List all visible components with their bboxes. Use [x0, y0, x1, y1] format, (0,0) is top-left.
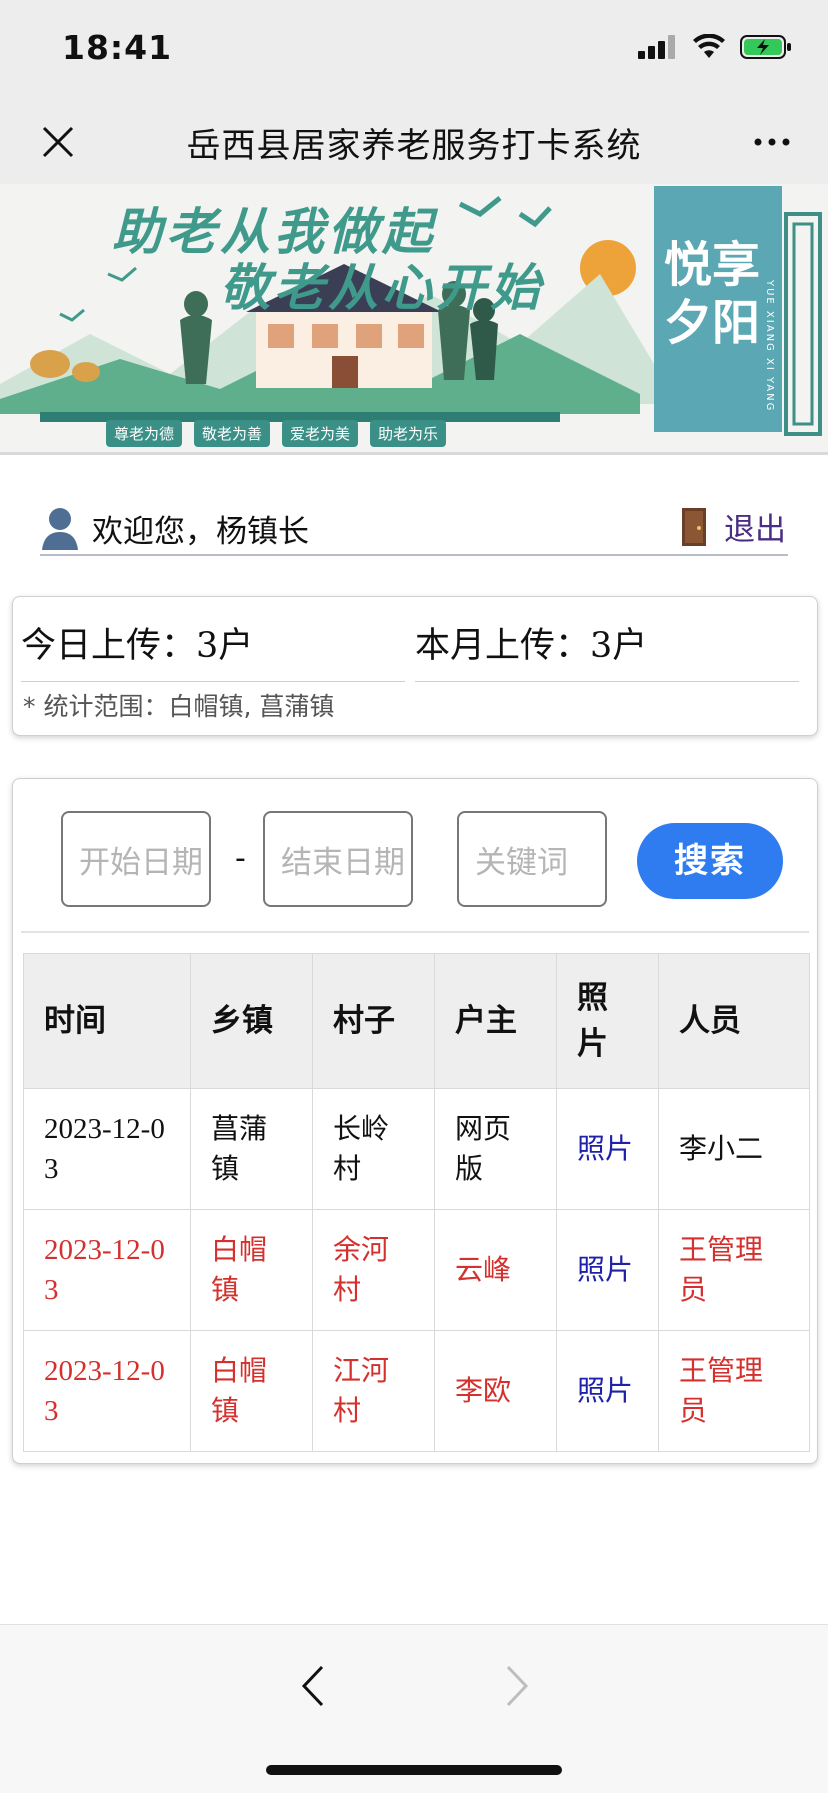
cell-staff: 李小二: [658, 1088, 810, 1210]
battery-charging-icon: [740, 35, 791, 59]
door-icon[interactable]: [680, 506, 708, 548]
cell-village: 长岭村: [312, 1088, 435, 1210]
stats-card: 今日上传：3户 本月上传：3户 * 统计范围：白帽镇, 菖蒲镇: [12, 596, 818, 736]
user-icon: [42, 508, 78, 550]
cell-town: 菖蒲镇: [190, 1088, 313, 1210]
cell-time: 2023-12-03: [23, 1209, 191, 1331]
page-title: 岳西县居家养老服务打卡系统: [186, 126, 642, 166]
column-header-village[interactable]: 村子: [312, 953, 435, 1089]
status-bar: 18:41: [0, 0, 828, 100]
records-table: 时间 乡镇 村子 户主 照片 人员 2023-12-03 菖蒲镇 长岭村 网页版…: [23, 953, 810, 1452]
wifi-icon: [693, 34, 725, 58]
banner-divider: [0, 452, 828, 455]
banner-tags: 尊老为德 敬老为善 爱老为美 助老为乐: [106, 420, 447, 447]
today-upload-value: 3户: [196, 626, 254, 666]
column-header-town[interactable]: 乡镇: [190, 953, 313, 1089]
status-time: 18:41: [62, 28, 173, 67]
banner-tag: 爱老为美: [282, 420, 359, 447]
welcome-greeting: 欢迎您，杨镇长: [92, 514, 309, 550]
end-date-input[interactable]: 结束日期: [263, 811, 413, 907]
search-divider: [21, 931, 809, 933]
status-icons: [638, 34, 792, 60]
keyword-input[interactable]: 关键词: [457, 811, 607, 907]
back-arrow-icon[interactable]: [298, 1661, 328, 1711]
cell-village: 余河村: [312, 1209, 435, 1331]
column-header-owner[interactable]: 户主: [434, 953, 557, 1089]
cellular-signal-icon: [638, 35, 675, 59]
cell-village: 江河村: [312, 1330, 435, 1452]
forward-arrow-icon[interactable]: [502, 1661, 532, 1711]
banner-panel-text: 悦享夕阳: [664, 237, 761, 351]
cell-town: 白帽镇: [190, 1209, 313, 1331]
banner-tag: 助老为乐: [370, 420, 447, 447]
start-date-input[interactable]: 开始日期: [61, 811, 211, 907]
today-upload-label: 今日上传：: [21, 626, 197, 666]
table-row[interactable]: 2023-12-03 白帽镇 余河村 云峰 照片 王管理员: [23, 1209, 810, 1331]
nav-bar: 岳西县居家养老服务打卡系统: [0, 100, 828, 184]
month-upload-stat: 本月上传：3户: [415, 617, 647, 668]
home-indicator[interactable]: [266, 1765, 562, 1775]
banner-side-panel: 悦享夕阳: [654, 186, 782, 432]
today-upload-stat: 今日上传：3户: [21, 617, 253, 668]
column-header-staff[interactable]: 人员: [658, 953, 810, 1089]
bottom-toolbar: [0, 1624, 828, 1793]
cell-owner: 网页版: [434, 1088, 557, 1210]
more-icon[interactable]: [750, 120, 794, 164]
logout-link[interactable]: 退出: [724, 504, 786, 549]
table-header-row: 时间 乡镇 村子 户主 照片 人员: [23, 953, 810, 1089]
cell-staff: 王管理员: [658, 1330, 810, 1452]
banner-tag: 敬老为善: [194, 420, 271, 447]
cell-town: 白帽镇: [190, 1330, 313, 1452]
cell-owner: 云峰: [434, 1209, 557, 1331]
column-header-time[interactable]: 时间: [23, 953, 191, 1089]
month-upload-label: 本月上传：: [415, 626, 591, 666]
photo-link[interactable]: 照片: [556, 1088, 659, 1210]
month-upload-value: 3户: [590, 626, 648, 666]
search-button[interactable]: 搜索: [637, 823, 783, 899]
cell-time: 2023-12-03: [23, 1330, 191, 1452]
stat-underline: [415, 681, 799, 682]
records-card: 开始日期 - 结束日期 关键词 搜索 时间 乡镇 村子 户主 照片 人员 202…: [12, 778, 818, 1464]
cell-staff: 王管理员: [658, 1209, 810, 1331]
banner: 助老从我做起 敬老从心开始 尊老为德 敬老为善 爱老为美 助老为乐 悦享夕阳 Y…: [0, 184, 828, 454]
welcome-bar: 欢迎您，杨镇长 退出: [40, 500, 788, 556]
stats-scope: * 统计范围：白帽镇, 菖蒲镇: [23, 692, 335, 721]
stat-underline: [21, 681, 405, 682]
banner-slogan-2: 敬老从心开始: [220, 258, 544, 317]
date-separator: -: [235, 841, 246, 876]
banner-tag: 尊老为德: [106, 420, 183, 447]
column-header-photo[interactable]: 照片: [556, 953, 659, 1089]
cell-time: 2023-12-03: [23, 1088, 191, 1210]
table-row[interactable]: 2023-12-03 白帽镇 江河村 李欧 照片 王管理员: [23, 1330, 810, 1452]
table-row[interactable]: 2023-12-03 菖蒲镇 长岭村 网页版 照片 李小二: [23, 1088, 810, 1210]
banner-panel-subtext: YUE XIANG XI YANG: [764, 280, 775, 413]
photo-link[interactable]: 照片: [556, 1330, 659, 1452]
photo-link[interactable]: 照片: [556, 1209, 659, 1331]
cell-owner: 李欧: [434, 1330, 557, 1452]
